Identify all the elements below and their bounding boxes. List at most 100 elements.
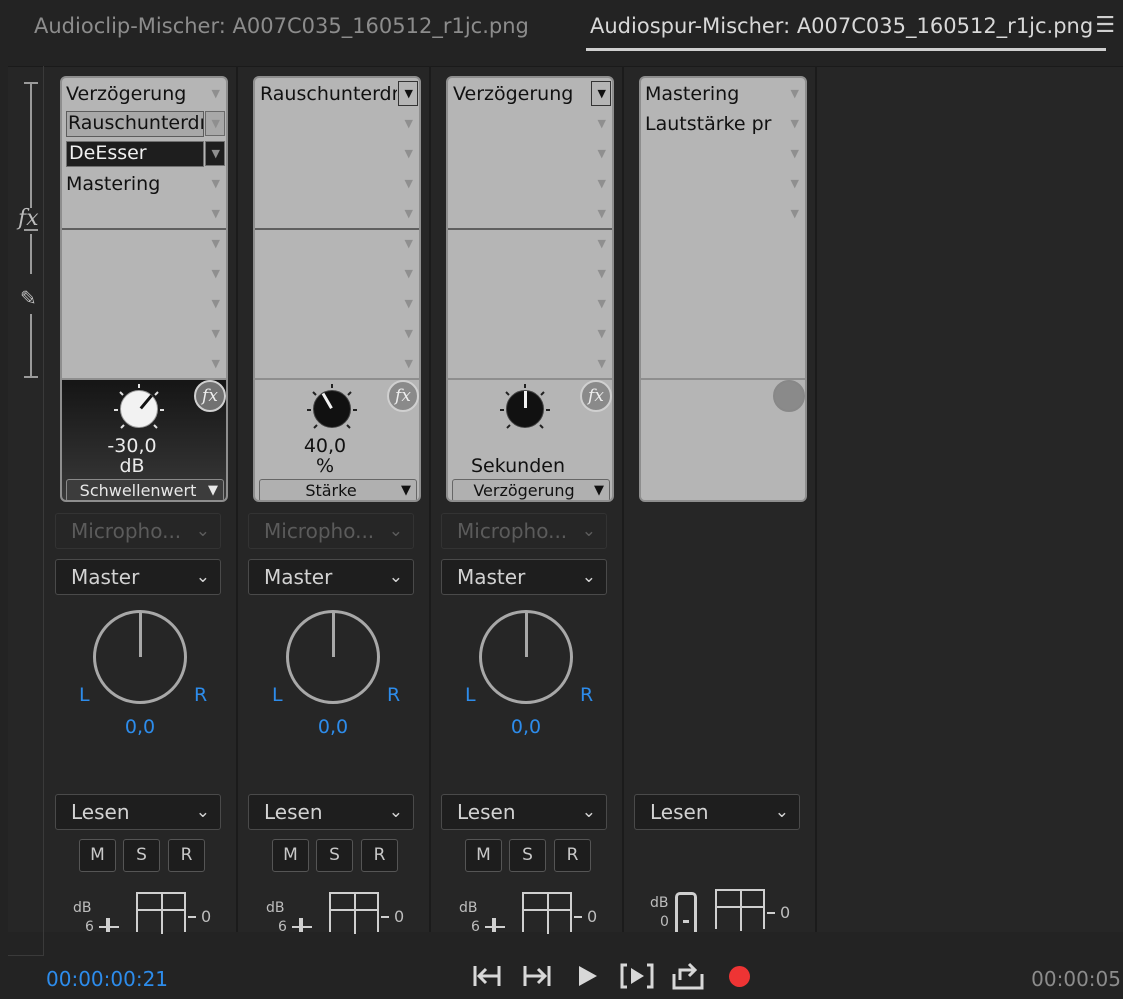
- pan-value[interactable]: 0,0: [491, 716, 561, 738]
- send-slot[interactable]: ▼: [62, 350, 226, 380]
- effect-slot-empty[interactable]: ▼: [641, 170, 805, 200]
- pan-value[interactable]: 0,0: [105, 716, 175, 738]
- effect-slot-1[interactable]: Mastering ▼: [641, 80, 805, 110]
- pan-knob[interactable]: [286, 610, 380, 704]
- slot-arrow-icon[interactable]: ▼: [405, 267, 413, 280]
- go-to-in-point-icon[interactable]: [469, 958, 505, 994]
- slot-arrow-icon[interactable]: ▼: [212, 357, 220, 370]
- send-slot[interactable]: ▼: [448, 320, 612, 350]
- loop-icon[interactable]: [670, 958, 706, 994]
- mute-button[interactable]: M: [79, 839, 116, 872]
- effect-slot-empty[interactable]: ▼: [255, 140, 419, 170]
- record-icon[interactable]: [729, 966, 750, 987]
- master-volume-fader[interactable]: [675, 892, 697, 932]
- play-icon[interactable]: [569, 958, 605, 994]
- slot-arrow-icon[interactable]: ▼: [598, 297, 606, 310]
- tab-audio-clip-mixer[interactable]: Audioclip-Mischer: A007C035_160512_r1jc.…: [34, 14, 529, 38]
- automation-mode-select[interactable]: Lesen ⌄: [248, 794, 414, 830]
- parameter-select[interactable]: Verzögerung ▼: [452, 479, 610, 500]
- slot-arrow-icon[interactable]: ▼: [212, 267, 220, 280]
- pan-knob[interactable]: [479, 610, 573, 704]
- slot-arrow-icon[interactable]: ▼: [405, 87, 413, 100]
- effect-slot-4[interactable]: Mastering ▼: [62, 170, 226, 200]
- slot-arrow-icon[interactable]: ▼: [598, 147, 606, 160]
- slot-arrow-icon[interactable]: ▼: [405, 177, 413, 190]
- solo-button[interactable]: S: [316, 839, 353, 872]
- send-slot[interactable]: ▼: [62, 230, 226, 260]
- automation-mode-select[interactable]: Lesen ⌄: [55, 794, 221, 830]
- slot-arrow-icon[interactable]: ▼: [212, 207, 220, 220]
- record-arm-button[interactable]: R: [554, 839, 591, 872]
- input-select[interactable]: Micropho... ⌄: [441, 513, 607, 549]
- input-select[interactable]: Micropho... ⌄: [55, 513, 221, 549]
- send-slot[interactable]: ▼: [255, 350, 419, 380]
- fx-bypass-icon[interactable]: fx: [387, 380, 419, 412]
- automation-mode-select[interactable]: Lesen ⌄: [441, 794, 607, 830]
- output-select[interactable]: Master ⌄: [248, 559, 414, 595]
- go-to-out-point-icon[interactable]: [519, 958, 555, 994]
- fx-bypass-icon[interactable]: [773, 380, 805, 412]
- slot-arrow-icon[interactable]: ▼: [405, 237, 413, 250]
- slot-arrow-icon[interactable]: ▼: [791, 147, 799, 160]
- slot-arrow-icon[interactable]: ▼: [405, 207, 413, 220]
- volume-fader[interactable]: [106, 918, 110, 932]
- solo-button[interactable]: S: [123, 839, 160, 872]
- send-slot[interactable]: ▼: [62, 320, 226, 350]
- effect-slot-2[interactable]: Rauschunterdrückung ▼: [62, 110, 226, 140]
- send-slot[interactable]: ▼: [448, 350, 612, 380]
- slot-arrow-icon[interactable]: ▼: [791, 117, 799, 130]
- slot-arrow-icon[interactable]: ▼: [212, 87, 220, 100]
- slot-arrow-icon[interactable]: ▼: [212, 117, 220, 130]
- effect-slot-empty[interactable]: ▼: [255, 200, 419, 230]
- effect-slot-2[interactable]: Lautstärke pr ▼: [641, 110, 805, 140]
- slot-arrow-icon[interactable]: ▼: [598, 267, 606, 280]
- slot-arrow-icon[interactable]: ▼: [405, 147, 413, 160]
- effect-slot-1[interactable]: Verzögerung ▼: [62, 80, 226, 110]
- effect-slot-empty[interactable]: ▼: [448, 110, 612, 140]
- effect-slot-empty[interactable]: ▼: [641, 140, 805, 170]
- slot-arrow-icon[interactable]: ▼: [791, 87, 799, 100]
- slot-arrow-icon[interactable]: ▼: [212, 147, 220, 160]
- parameter-knob[interactable]: [506, 390, 544, 428]
- slot-arrow-icon[interactable]: ▼: [598, 207, 606, 220]
- slot-arrow-icon[interactable]: ▼: [598, 87, 606, 100]
- slot-arrow-icon[interactable]: ▼: [791, 207, 799, 220]
- slot-arrow-icon[interactable]: ▼: [212, 177, 220, 190]
- slot-arrow-icon[interactable]: ▼: [212, 327, 220, 340]
- send-slot[interactable]: ▼: [255, 260, 419, 290]
- slot-arrow-icon[interactable]: ▼: [212, 237, 220, 250]
- slot-arrow-icon[interactable]: ▼: [598, 357, 606, 370]
- fx-section-icon[interactable]: fx: [18, 206, 39, 231]
- parameter-select[interactable]: Schwellenwert ▼: [66, 479, 224, 500]
- input-select[interactable]: Micropho... ⌄: [248, 513, 414, 549]
- slot-arrow-icon[interactable]: ▼: [405, 297, 413, 310]
- output-select[interactable]: Master ⌄: [55, 559, 221, 595]
- send-slot[interactable]: ▼: [255, 320, 419, 350]
- output-select[interactable]: Master ⌄: [441, 559, 607, 595]
- parameter-select[interactable]: Stärke ▼: [259, 479, 417, 500]
- record-arm-button[interactable]: R: [361, 839, 398, 872]
- send-slot[interactable]: ▼: [448, 290, 612, 320]
- send-slot[interactable]: ▼: [255, 230, 419, 260]
- send-slot[interactable]: ▼: [62, 290, 226, 320]
- slot-arrow-icon[interactable]: ▼: [405, 117, 413, 130]
- effect-slot-empty[interactable]: ▼: [62, 200, 226, 230]
- slot-arrow-icon[interactable]: ▼: [598, 117, 606, 130]
- slot-arrow-icon[interactable]: ▼: [598, 237, 606, 250]
- play-in-to-out-icon[interactable]: [619, 958, 655, 994]
- slot-arrow-icon[interactable]: ▼: [212, 297, 220, 310]
- slot-arrow-icon[interactable]: ▼: [598, 177, 606, 190]
- send-slot[interactable]: ▼: [255, 290, 419, 320]
- pen-icon[interactable]: ✎: [20, 286, 37, 310]
- mute-button[interactable]: M: [465, 839, 502, 872]
- send-slot[interactable]: ▼: [448, 260, 612, 290]
- volume-fader[interactable]: [492, 918, 496, 932]
- effect-slot-empty[interactable]: ▼: [448, 200, 612, 230]
- send-slot[interactable]: ▼: [448, 230, 612, 260]
- mute-button[interactable]: M: [272, 839, 309, 872]
- pan-knob[interactable]: [93, 610, 187, 704]
- pan-value[interactable]: 0,0: [298, 716, 368, 738]
- automation-mode-select[interactable]: Lesen ⌄: [634, 794, 800, 830]
- effect-slot-empty[interactable]: ▼: [255, 110, 419, 140]
- tab-audio-track-mixer[interactable]: Audiospur-Mischer: A007C035_160512_r1jc.…: [590, 14, 1093, 38]
